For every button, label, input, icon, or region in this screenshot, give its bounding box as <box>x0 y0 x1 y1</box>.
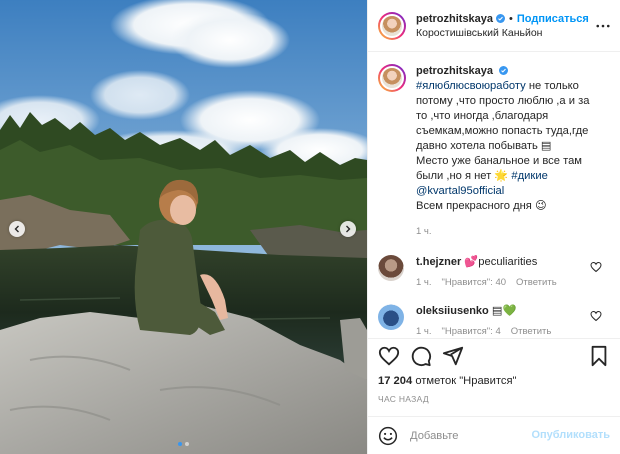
mention-link[interactable]: @kvartal95official <box>416 185 504 197</box>
comment-icon[interactable] <box>410 345 432 367</box>
heart-icon[interactable] <box>378 345 400 367</box>
comment-input[interactable] <box>410 429 540 442</box>
previous-slide-button[interactable] <box>9 221 25 237</box>
caption-text: то ,что иногда ,благодаря <box>416 110 549 122</box>
reply-button[interactable]: Ответить <box>516 277 557 288</box>
caption-line: Всем прекрасного дня 😉 <box>416 199 606 214</box>
more-options-button[interactable] <box>594 17 612 35</box>
reply-button[interactable]: Ответить <box>511 326 552 337</box>
caption-line: то ,что иногда ,благодаря <box>416 109 606 124</box>
caption-text: не только <box>525 80 579 92</box>
smile-icon[interactable] <box>378 426 398 446</box>
likes-number: 17 204 <box>378 375 413 387</box>
hashtag-link[interactable]: #ялюблюсвоюработу <box>416 80 526 92</box>
comment-emoji: ▤💚 <box>491 305 517 317</box>
caption-avatar[interactable] <box>378 64 406 92</box>
commenter-avatar[interactable] <box>378 304 404 330</box>
comment-line: t.hejzner 💕peculiarities <box>416 255 557 270</box>
caption-line: Место уже банальное и все там <box>416 154 606 169</box>
comment-emoji: 💕 <box>464 256 479 268</box>
post-location[interactable]: Коростишівський Каньйон <box>416 26 589 40</box>
post-side-panel: petrozhitskaya • Подписаться Коростишівс… <box>367 0 620 454</box>
caption-text: были ,но я нет <box>416 170 495 182</box>
chevron-right-icon <box>346 225 351 233</box>
author-avatar[interactable] <box>378 11 406 40</box>
comment-text: peculiarities <box>478 256 538 268</box>
comment-likes[interactable]: "Нравится": 4 <box>442 326 501 337</box>
share-icon[interactable] <box>442 345 464 367</box>
comment-time[interactable]: 1 ч. <box>416 277 432 288</box>
caption-text: Всем прекрасного дня <box>416 200 535 212</box>
comment-time[interactable]: 1 ч. <box>416 326 432 337</box>
likes-label: отметок "Нравится" <box>412 375 517 387</box>
caption-line: съемкам,можно попасть туда,где <box>416 124 606 139</box>
commenter-username[interactable]: oleksiiusenko <box>416 305 489 317</box>
commenter-avatar[interactable] <box>378 255 404 281</box>
comment-meta: 1 ч. "Нравится": 40 Ответить <box>416 277 557 288</box>
post-caption: petrozhitskaya #ялюблюсвоюработу не толь… <box>378 64 610 239</box>
caption-text: съемкам,можно попасть туда,где <box>416 125 589 137</box>
carousel-dot-active <box>178 442 182 446</box>
carousel-dot <box>185 442 189 446</box>
star-emoji: 🌟 <box>494 170 509 182</box>
post-header: petrozhitskaya • Подписаться Коростишівс… <box>368 0 620 52</box>
verified-icon <box>496 14 506 23</box>
comment-item: oleksiiusenko ▤💚 1 ч. "Нравится": 4 Отве… <box>378 304 610 337</box>
header-separator: • <box>509 12 513 25</box>
caption-text: Место уже банальное и все там <box>416 155 582 167</box>
next-slide-button[interactable] <box>340 221 356 237</box>
comments-section[interactable]: petrozhitskaya #ялюблюсвоюработу не толь… <box>368 52 620 338</box>
caption-line: petrozhitskaya <box>416 64 606 79</box>
wink-emoji: 😉 <box>534 200 547 212</box>
caption-line: @kvartal95official <box>416 184 606 199</box>
carousel-indicator <box>0 442 367 446</box>
caption-text: потому ,что просто люблю ,а и за <box>416 95 590 107</box>
comment-like-icon[interactable] <box>590 261 602 273</box>
instagram-post: petrozhitskaya • Подписаться Коростишівс… <box>0 0 620 454</box>
add-comment-bar: Опубликовать <box>368 416 620 454</box>
publish-button[interactable]: Опубликовать <box>531 429 610 441</box>
likes-count[interactable]: 17 204 отметок "Нравится" <box>368 372 620 390</box>
photo-scene <box>0 0 367 454</box>
commenter-username[interactable]: t.hejzner <box>416 256 461 268</box>
hashtag-link[interactable]: #дикие <box>508 170 547 182</box>
action-bar <box>368 338 620 372</box>
bookmark-icon[interactable] <box>588 345 610 367</box>
comment-like-icon[interactable] <box>590 310 602 322</box>
post-time[interactable]: ЧАС НАЗАД <box>368 390 620 416</box>
caption-line: были ,но я нет 🌟 #дикие <box>416 169 606 184</box>
more-icon <box>596 24 610 28</box>
comment-likes[interactable]: "Нравится": 40 <box>442 277 507 288</box>
author-username[interactable]: petrozhitskaya <box>416 12 493 26</box>
comment-item: t.hejzner 💕peculiarities 1 ч. "Нравится"… <box>378 255 610 288</box>
caption-username[interactable]: petrozhitskaya <box>416 65 493 77</box>
caption-line: потому ,что просто люблю ,а и за <box>416 94 606 109</box>
follow-button[interactable]: Подписаться <box>517 12 589 26</box>
caption-time[interactable]: 1 ч. <box>416 224 606 239</box>
caption-text: давно хотела побывать ▤ <box>416 140 552 152</box>
verified-icon <box>499 66 509 75</box>
caption-line: давно хотела побывать ▤ <box>416 139 606 154</box>
comment-line: oleksiiusenko ▤💚 <box>416 304 551 319</box>
post-photo[interactable] <box>0 0 367 454</box>
caption-line: #ялюблюсвоюработу не только <box>416 79 606 94</box>
comment-meta: 1 ч. "Нравится": 4 Ответить <box>416 326 551 337</box>
chevron-left-icon <box>14 225 19 233</box>
